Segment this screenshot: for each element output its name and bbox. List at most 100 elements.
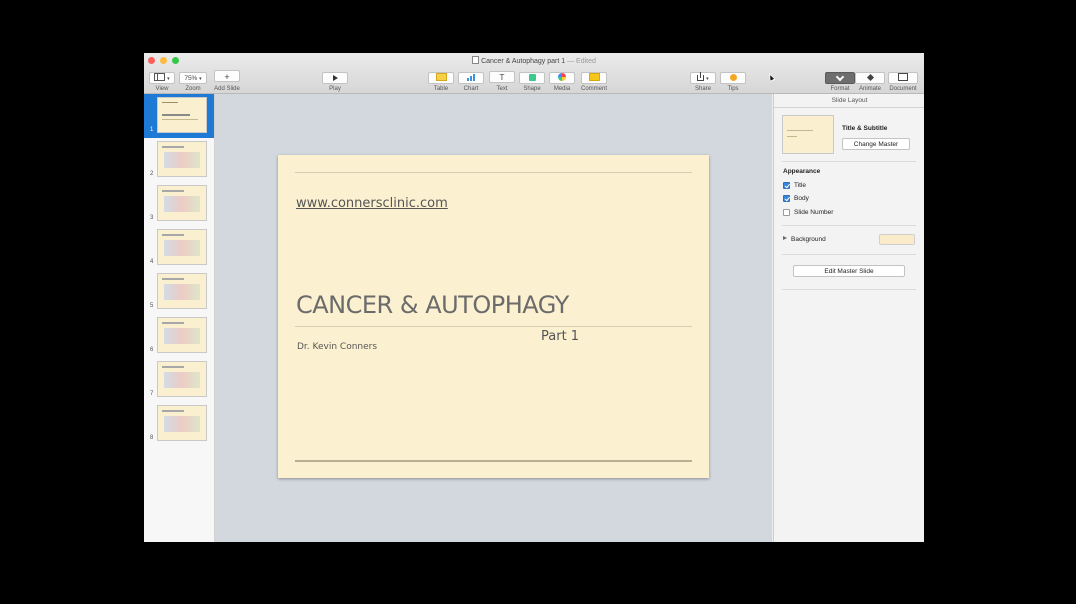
table-button[interactable]	[428, 72, 454, 84]
text-label: Text	[496, 86, 508, 92]
media-button[interactable]	[549, 72, 575, 84]
comment-control[interactable]: Comment	[578, 67, 610, 92]
background-color-well[interactable]	[879, 234, 915, 245]
slide-thumbnail[interactable]	[157, 361, 207, 397]
slide-thumbnail[interactable]	[157, 317, 207, 353]
tips-control[interactable]: Tips	[719, 67, 747, 92]
zoom-button[interactable]: 75% ▾	[179, 72, 207, 84]
view-label: View	[155, 86, 169, 92]
format-control[interactable]: Format	[824, 67, 856, 92]
window-title: Cancer & Autophagy part 1 — Edited	[144, 56, 924, 65]
appearance-heading: Appearance	[783, 168, 821, 175]
add-slide-control[interactable]: + Add Slide	[212, 67, 242, 92]
keynote-window: Cancer & Autophagy part 1 — Edited ▾ Vie…	[144, 53, 924, 542]
document-control[interactable]: Document	[886, 67, 920, 92]
format-inspector: Slide Layout Title & Subtitle Change Mas…	[773, 94, 924, 542]
slide-number: 2	[150, 171, 154, 177]
animate-button[interactable]	[855, 72, 885, 84]
slide-thumbnail[interactable]	[157, 405, 207, 441]
slide-number-checkbox[interactable]	[783, 209, 790, 216]
slide-author[interactable]: Dr. Kevin Conners	[297, 342, 377, 352]
slide-number-checkbox-label: Slide Number	[794, 209, 834, 216]
add-slide-label: Add Slide	[214, 86, 240, 92]
layout-thumbnail[interactable]	[782, 115, 834, 154]
slide-subtitle[interactable]: Part 1	[541, 329, 579, 344]
play-icon	[332, 75, 338, 81]
chart-button[interactable]	[458, 72, 484, 84]
play-control[interactable]: Play	[320, 67, 350, 92]
slide-title[interactable]: CANCER & AUTOPHAGY	[296, 291, 569, 319]
slide-thumbnail[interactable]	[157, 229, 207, 265]
shape-icon	[528, 74, 536, 81]
title-checkbox[interactable]	[783, 182, 790, 189]
view-button[interactable]: ▾	[149, 72, 175, 84]
slide-top-rule	[295, 172, 692, 173]
add-slide-button[interactable]: +	[214, 70, 240, 82]
share-control[interactable]: ▾ Share	[688, 67, 718, 92]
background-label[interactable]: Background	[791, 236, 826, 243]
slide-number: 5	[150, 303, 154, 309]
comment-icon	[588, 73, 600, 81]
play-label: Play	[329, 86, 341, 92]
document-icon	[898, 73, 908, 81]
slide-thumbnail[interactable]	[157, 185, 207, 221]
slide-number: 1	[150, 127, 154, 133]
document-label: Document	[889, 86, 917, 92]
chevron-down-icon: ▾	[199, 76, 202, 82]
slide-number: 7	[150, 391, 154, 397]
slide-number: 6	[150, 347, 154, 353]
slide-thumbnail[interactable]	[157, 97, 207, 133]
text-control[interactable]: T Text	[488, 67, 516, 92]
title-toolbar: Cancer & Autophagy part 1 — Edited ▾ Vie…	[144, 53, 924, 94]
play-button[interactable]	[322, 72, 348, 84]
format-label: Format	[830, 86, 850, 92]
table-control[interactable]: Table	[427, 67, 455, 92]
inspector-header: Slide Layout	[774, 94, 924, 108]
plus-icon: +	[224, 72, 230, 82]
tips-button[interactable]	[720, 72, 746, 84]
document-button[interactable]	[888, 72, 918, 84]
slide-navigator: 1 2 3 4 5 6 7 8	[144, 94, 215, 542]
share-button[interactable]: ▾	[690, 72, 716, 84]
slide[interactable]: www.connersclinic.com CANCER & AUTOPHAGY…	[278, 155, 709, 478]
slide-canvas: www.connersclinic.com CANCER & AUTOPHAGY…	[215, 94, 772, 542]
tips-label: Tips	[727, 86, 739, 92]
body-checkbox[interactable]	[783, 195, 790, 202]
slide-url[interactable]: www.connersclinic.com	[296, 196, 448, 211]
slide-title-rule	[295, 326, 692, 327]
text-icon: T	[499, 73, 505, 82]
title-separator: —	[567, 58, 575, 65]
slide-thumbnail[interactable]	[157, 273, 207, 309]
inspector-divider	[782, 161, 916, 162]
slide-number: 8	[150, 435, 154, 441]
comment-button[interactable]	[581, 72, 607, 84]
document-title: Cancer & Autophagy part 1	[481, 58, 566, 65]
title-checkbox-label: Title	[794, 182, 807, 189]
zoom-value: 75%	[184, 75, 198, 82]
media-control[interactable]: Media	[548, 67, 576, 92]
inspector-divider	[782, 254, 916, 255]
animate-label: Animate	[858, 86, 881, 92]
body-checkbox-label: Body	[794, 195, 809, 202]
shape-button[interactable]	[519, 72, 545, 84]
sidebar-icon	[154, 73, 166, 81]
zoom-control[interactable]: 75% ▾ Zoom	[178, 67, 208, 92]
animate-control[interactable]: Animate	[855, 67, 885, 92]
inspector-divider	[782, 289, 916, 290]
diamond-icon	[866, 73, 874, 82]
text-button[interactable]: T	[489, 71, 515, 83]
slide-number: 4	[150, 259, 154, 265]
slide-bottom-rule	[295, 460, 692, 462]
chart-control[interactable]: Chart	[457, 67, 485, 92]
format-button[interactable]	[825, 72, 855, 84]
chevron-down-icon: ▾	[706, 76, 709, 82]
slide-thumbnail[interactable]	[157, 141, 207, 177]
view-control[interactable]: ▾ View	[147, 67, 177, 92]
paintbrush-icon	[835, 72, 845, 82]
share-icon	[697, 72, 705, 81]
change-master-button[interactable]: Change Master	[842, 138, 910, 150]
shape-control[interactable]: Shape	[518, 67, 546, 92]
edit-master-slide-button[interactable]: Edit Master Slide	[793, 265, 905, 277]
background-disclosure-icon[interactable]	[783, 236, 787, 240]
layout-name: Title & Subtitle	[842, 125, 888, 132]
